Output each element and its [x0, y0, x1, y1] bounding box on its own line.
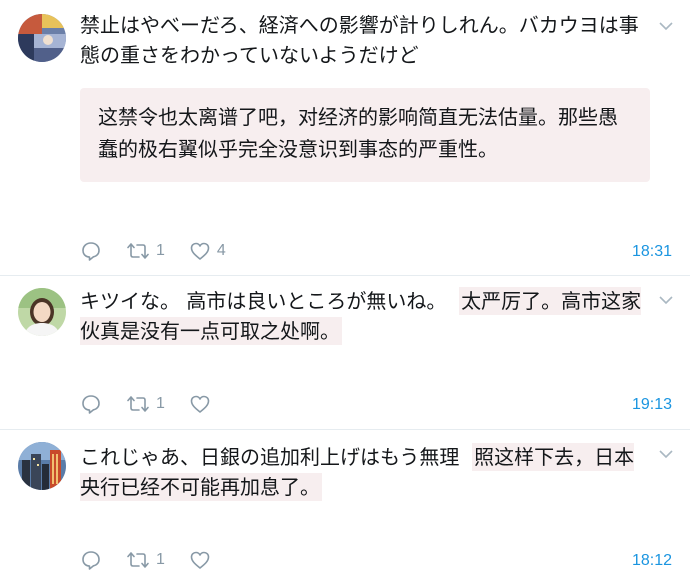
like-button[interactable] — [189, 393, 211, 415]
chevron-down-icon[interactable] — [658, 292, 674, 308]
retweet-count: 1 — [156, 242, 165, 259]
retweet-button[interactable]: 1 — [126, 549, 165, 571]
like-button[interactable]: 4 — [189, 240, 226, 262]
city-night-avatar-icon[interactable] — [18, 442, 66, 490]
tweet-actions: 1 — [80, 548, 235, 572]
retweet-button[interactable]: 1 — [126, 393, 165, 415]
tweet-text-block: これじゃあ、日銀の追加利上げはもう無理 照这样下去，日本央行已经不可能再加息了。 — [80, 442, 650, 502]
like-count: 4 — [216, 242, 226, 259]
reply-icon — [82, 551, 100, 570]
heart-icon — [190, 242, 210, 260]
reply-tweet[interactable]: これじゃあ、日銀の追加利上げはもう無理 照这样下去，日本央行已经不可能再加息了。… — [0, 430, 690, 575]
translation-text: 这禁令也太离谱了吧，对经济的影响简直无法估量。那些愚蠢的极右翼似乎完全没意识到事… — [80, 88, 650, 182]
tweet-text: 禁止はやべーだろ、経済への影響が計りしれん。バカウヨは事態の重さをわかっていない… — [80, 13, 639, 67]
retweet-button[interactable]: 1 — [126, 240, 165, 262]
reply-tweet[interactable]: 禁止はやべーだろ、経済への影響が計りしれん。バカウヨは事態の重さをわかっていない… — [0, 0, 690, 276]
woman-portrait-avatar-icon[interactable] — [18, 288, 66, 336]
heart-icon — [190, 551, 210, 569]
tweet-text-block: キツイな。 高市は良いところが無いね。 太严厉了。高市这家伙真是没有一点可取之处… — [80, 286, 650, 346]
timestamp[interactable]: 19:13 — [632, 396, 672, 414]
retweet-count: 1 — [156, 395, 165, 412]
reply-button[interactable] — [80, 240, 102, 262]
reply-icon — [82, 242, 100, 261]
reply-tweet[interactable]: キツイな。 高市は良いところが無いね。 太严厉了。高市这家伙真是没有一点可取之处… — [0, 276, 690, 430]
reply-icon — [82, 395, 100, 414]
retweet-icon — [127, 396, 149, 412]
tweet-text: キツイな。 高市は良いところが無いね。 — [80, 289, 447, 313]
tweet-text: これじゃあ、日銀の追加利上げはもう無理 — [80, 445, 460, 469]
timestamp[interactable]: 18:31 — [632, 243, 672, 261]
reply-button[interactable] — [80, 393, 102, 415]
retweet-icon — [127, 243, 149, 259]
retweet-icon — [127, 552, 149, 568]
tweet-actions: 1 — [80, 392, 235, 416]
tweet-actions: 1 4 — [80, 239, 250, 263]
timestamp[interactable]: 18:12 — [632, 552, 672, 570]
reply-button[interactable] — [80, 549, 102, 571]
retweet-count: 1 — [156, 551, 165, 568]
chevron-down-icon[interactable] — [658, 446, 674, 462]
like-button[interactable] — [189, 549, 211, 571]
heart-icon — [190, 395, 210, 413]
collage-avatar-icon[interactable] — [18, 14, 66, 62]
chevron-down-icon[interactable] — [658, 18, 674, 34]
